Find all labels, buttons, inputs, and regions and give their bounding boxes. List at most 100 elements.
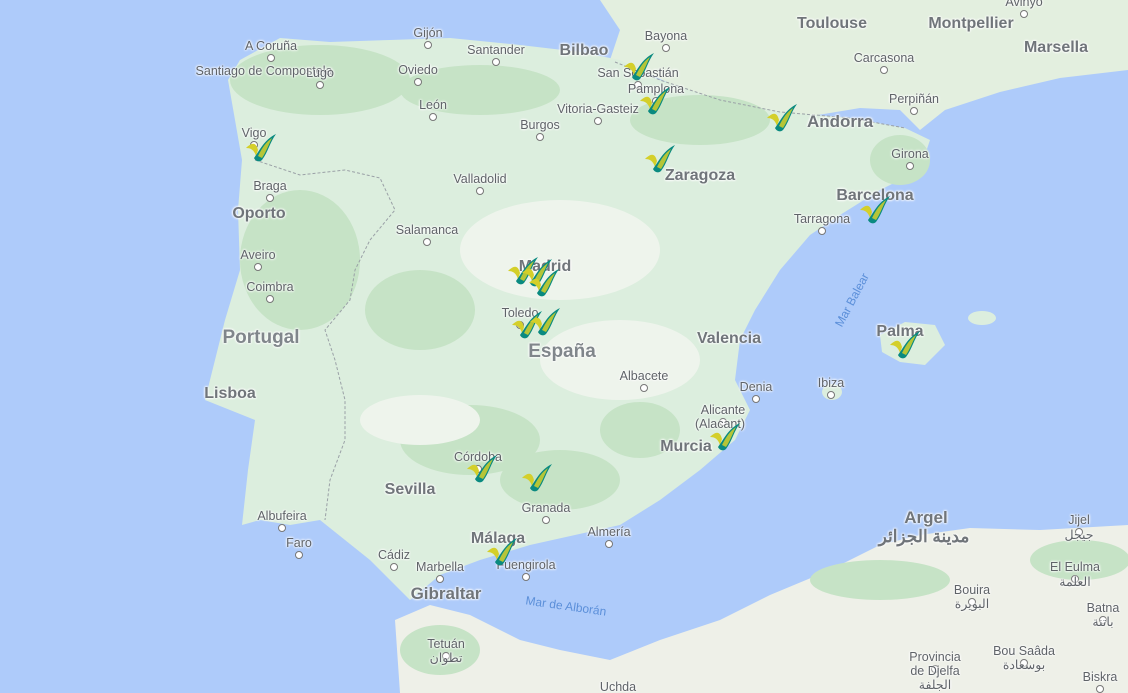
location-marker[interactable]	[641, 141, 681, 175]
location-marker[interactable]	[856, 192, 896, 226]
brand-logo-icon	[529, 269, 559, 297]
city-label[interactable]: Granada	[522, 501, 571, 515]
location-marker[interactable]	[763, 100, 803, 134]
map-canvas[interactable]: Gijón Santander Bilbao Bayona Toulouse Montpe…	[0, 0, 1128, 693]
country-label[interactable]: Andorra	[807, 112, 873, 132]
city-label[interactable]: Burgos	[520, 118, 560, 132]
city-dot	[1020, 10, 1028, 18]
city-label[interactable]: Sevilla	[385, 481, 436, 499]
city-label[interactable]: León	[419, 98, 447, 112]
location-marker[interactable]	[483, 534, 523, 568]
city-label[interactable]: Denia	[740, 380, 773, 394]
city-label[interactable]: Braga	[253, 179, 286, 193]
menorca-island	[968, 311, 996, 325]
country-label[interactable]: Portugal	[222, 327, 299, 349]
city-label[interactable]: مدينة الجزائر	[879, 527, 970, 547]
city-dot	[266, 194, 274, 202]
city-label[interactable]: Biskra	[1083, 670, 1118, 684]
city-dot	[910, 107, 918, 115]
city-label[interactable]: Bilbao	[560, 42, 609, 60]
city-dot	[1096, 685, 1104, 693]
city-dot	[278, 524, 286, 532]
country-label[interactable]: España	[528, 341, 596, 363]
city-dot	[536, 133, 544, 141]
location-marker[interactable]	[242, 130, 282, 164]
city-label[interactable]: Perpiñán	[889, 92, 939, 106]
city-label[interactable]: Vitoria-Gasteiz	[557, 102, 639, 116]
city-label[interactable]: Almería	[587, 525, 630, 539]
location-marker[interactable]	[620, 49, 660, 83]
city-label[interactable]: Lugo	[306, 66, 334, 80]
city-label[interactable]: بوسعادة	[1003, 658, 1045, 672]
city-label[interactable]: البويرة	[955, 597, 989, 611]
city-dot	[423, 238, 431, 246]
brand-logo-icon	[246, 134, 276, 162]
city-label[interactable]: Lisboa	[204, 385, 256, 403]
city-label[interactable]: Bouira	[954, 583, 990, 597]
city-dot	[594, 117, 602, 125]
city-label[interactable]: Montpellier	[928, 15, 1013, 33]
city-label[interactable]: تطوان	[430, 651, 463, 665]
city-label[interactable]: Toulouse	[797, 15, 867, 33]
brand-logo-icon	[767, 104, 797, 132]
location-marker[interactable]	[706, 419, 746, 453]
city-label[interactable]: Valladolid	[453, 172, 506, 186]
city-label[interactable]: Avinyó	[1005, 0, 1042, 9]
brand-logo-icon	[640, 87, 670, 115]
city-label[interactable]: باتنة	[1092, 615, 1113, 629]
city-label[interactable]: Argel	[904, 508, 947, 528]
brand-logo-icon	[710, 423, 740, 451]
city-label[interactable]: Girona	[891, 147, 929, 161]
city-dot	[424, 41, 432, 49]
city-label[interactable]: Marbella	[416, 560, 464, 574]
brand-logo-icon	[487, 538, 517, 566]
city-label[interactable]: Murcia	[660, 438, 712, 456]
location-marker[interactable]	[886, 327, 926, 361]
city-dot	[476, 187, 484, 195]
city-label[interactable]: العلمة	[1059, 575, 1090, 589]
city-label[interactable]: A Coruña	[245, 39, 297, 53]
city-label[interactable]: Santander	[467, 43, 525, 57]
city-label[interactable]: Valencia	[697, 330, 761, 348]
city-dot	[414, 78, 422, 86]
city-label[interactable]: Cádiz	[378, 548, 410, 562]
city-label[interactable]: Gijón	[413, 26, 442, 40]
city-dot	[295, 551, 303, 559]
city-label[interactable]: Oporto	[232, 205, 285, 223]
city-label[interactable]: de Djelfa	[910, 664, 959, 678]
city-label[interactable]: Albacete	[620, 369, 669, 383]
city-dot	[266, 295, 274, 303]
city-label[interactable]: Provincia	[909, 650, 960, 664]
city-label[interactable]: Bou Saâda	[993, 644, 1055, 658]
city-label[interactable]: Faro	[286, 536, 312, 550]
location-marker[interactable]	[636, 83, 676, 117]
location-marker[interactable]	[526, 304, 566, 338]
country-label[interactable]: Gibraltar	[411, 584, 482, 604]
city-label[interactable]: Jijel	[1068, 513, 1090, 527]
city-dot	[827, 391, 835, 399]
city-label[interactable]: جيجل	[1064, 528, 1093, 542]
city-label[interactable]: Aveiro	[240, 248, 275, 262]
city-label[interactable]: Tarragona	[794, 212, 850, 226]
city-dot	[880, 66, 888, 74]
city-label[interactable]: Ibiza	[818, 376, 844, 390]
city-label[interactable]: Alicante	[701, 403, 745, 417]
city-label[interactable]: Albufeira	[257, 509, 306, 523]
city-label[interactable]: Carcasona	[854, 51, 914, 65]
city-label[interactable]: Tetuán	[427, 637, 465, 651]
city-label[interactable]: Marsella	[1024, 39, 1088, 57]
city-dot	[316, 81, 324, 89]
location-marker[interactable]	[463, 451, 503, 485]
location-marker[interactable]	[518, 460, 558, 494]
brand-logo-icon	[860, 196, 890, 224]
city-label[interactable]: Coimbra	[246, 280, 293, 294]
city-dot	[542, 516, 550, 524]
location-marker[interactable]	[525, 265, 565, 299]
city-label[interactable]: Salamanca	[396, 223, 459, 237]
city-label[interactable]: Oviedo	[398, 63, 438, 77]
city-label[interactable]: الجلفة	[919, 678, 952, 692]
city-label[interactable]: Uchda	[600, 680, 636, 693]
city-label[interactable]: El Eulma	[1050, 560, 1100, 574]
city-label[interactable]: Batna	[1087, 601, 1120, 615]
city-label[interactable]: Bayona	[645, 29, 687, 43]
